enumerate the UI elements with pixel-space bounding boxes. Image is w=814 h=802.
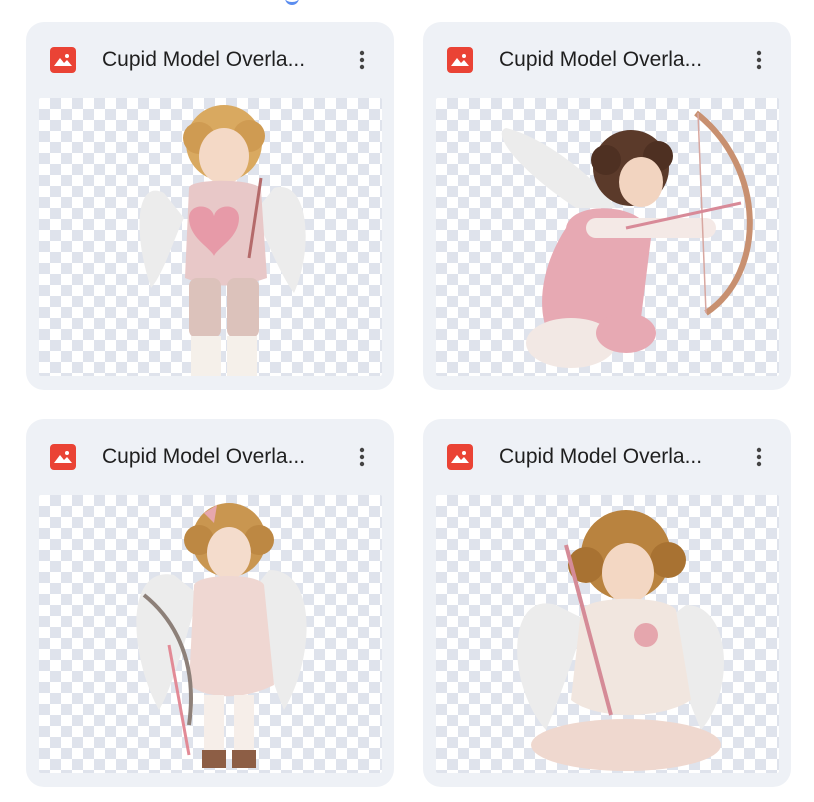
file-card-header: Cupid Model Overla... xyxy=(423,419,791,495)
more-vert-icon xyxy=(756,50,762,70)
cupid-figure-standing-bow xyxy=(136,503,307,768)
file-card-header: Cupid Model Overla... xyxy=(26,419,394,495)
more-options-button[interactable] xyxy=(741,42,777,78)
cupid-figure-standing xyxy=(139,105,306,376)
file-thumbnail[interactable] xyxy=(39,495,382,773)
cupid-figure-sitting xyxy=(517,510,724,771)
file-thumbnail[interactable] xyxy=(436,495,779,773)
file-card-header: Cupid Model Overla... xyxy=(423,22,791,98)
file-name[interactable]: Cupid Model Overla... xyxy=(499,44,735,76)
file-card[interactable]: Cupid Model Overla... xyxy=(26,419,394,787)
image-file-icon xyxy=(447,444,473,470)
file-name[interactable]: Cupid Model Overla... xyxy=(499,441,735,473)
image-file-icon xyxy=(447,47,473,73)
more-vert-icon xyxy=(359,50,365,70)
file-thumbnail[interactable] xyxy=(39,98,382,376)
more-options-button[interactable] xyxy=(344,439,380,475)
file-card-header: Cupid Model Overla... xyxy=(26,22,394,98)
file-thumbnail[interactable] xyxy=(436,98,779,376)
file-card[interactable]: Cupid Model Overla... xyxy=(26,22,394,390)
cupid-figure-flying xyxy=(501,110,753,368)
file-name[interactable]: Cupid Model Overla... xyxy=(102,441,338,473)
file-name[interactable]: Cupid Model Overla... xyxy=(102,44,338,76)
more-options-button[interactable] xyxy=(344,42,380,78)
image-file-icon xyxy=(50,444,76,470)
more-options-button[interactable] xyxy=(741,439,777,475)
more-vert-icon xyxy=(359,447,365,467)
image-file-icon xyxy=(50,47,76,73)
file-grid: Cupid Model Overla... Cupid Model Overla… xyxy=(0,0,814,802)
more-vert-icon xyxy=(756,447,762,467)
file-card[interactable]: Cupid Model Overla... xyxy=(423,419,791,787)
file-card[interactable]: Cupid Model Overla... xyxy=(423,22,791,390)
